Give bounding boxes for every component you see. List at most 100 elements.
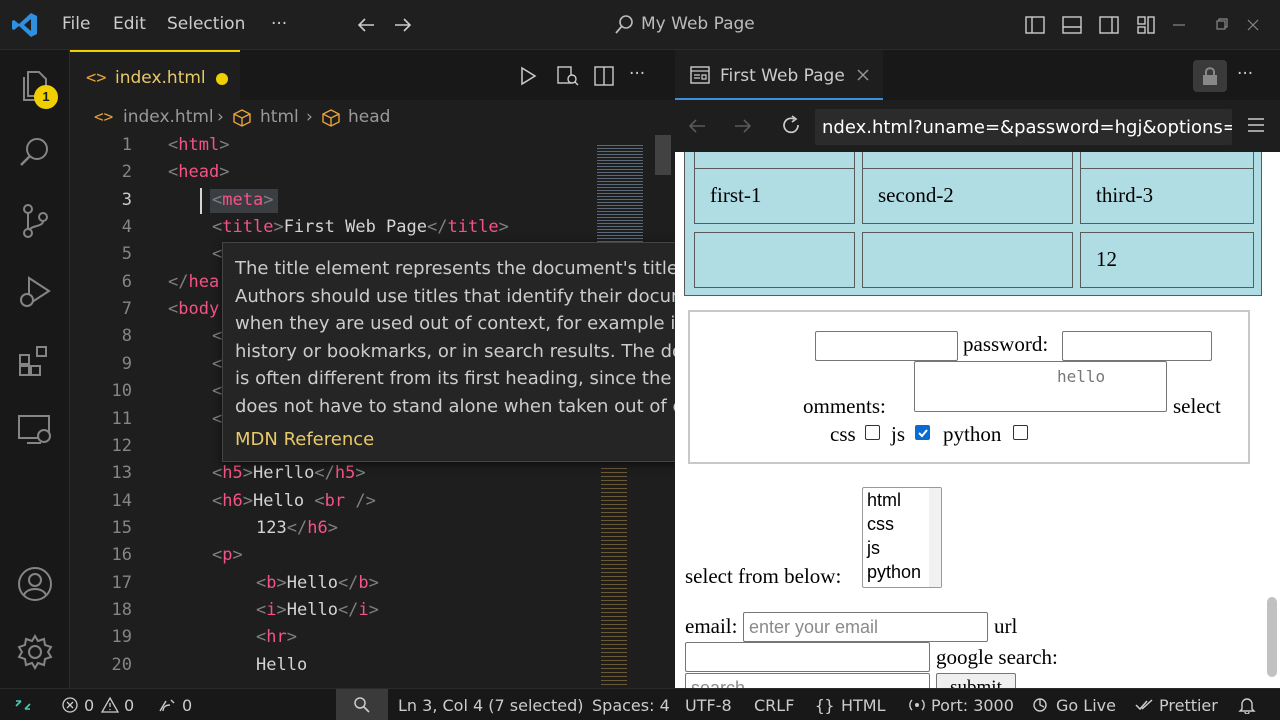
language-mode[interactable]: HTML (841, 696, 886, 715)
source-control-icon[interactable] (18, 203, 52, 239)
password-input[interactable] (1062, 331, 1212, 361)
error-icon[interactable] (62, 697, 78, 713)
hamburger-menu-icon[interactable] (1246, 116, 1266, 134)
command-center[interactable]: My Web Page (641, 14, 755, 34)
code-line[interactable]: < (212, 354, 222, 374)
listbox-option[interactable]: html (867, 490, 901, 511)
more-actions-icon[interactable]: ··· (1237, 64, 1253, 84)
ports-count[interactable]: 0 (182, 696, 192, 715)
back-arrow-icon[interactable] (356, 15, 376, 35)
accounts-icon[interactable] (17, 566, 53, 602)
comments-textarea[interactable]: hello (914, 361, 1167, 412)
toggle-panel-icon[interactable] (1062, 15, 1082, 35)
unsaved-dot-icon[interactable] (216, 73, 228, 85)
rendered-page[interactable]: first-1 second-2 third-3 12 password: om… (675, 152, 1280, 688)
close-tab-icon[interactable] (856, 68, 870, 82)
code-line[interactable]: <head> (168, 162, 229, 182)
code-line[interactable]: < (212, 381, 222, 401)
settings-gear-icon[interactable] (17, 634, 53, 670)
error-count[interactable]: 0 (84, 696, 94, 715)
indentation[interactable]: Spaces: 4 (592, 696, 670, 715)
listbox-scrollbar[interactable] (929, 488, 941, 587)
minimap-lines (597, 143, 643, 243)
code-line[interactable]: <p> (212, 545, 243, 565)
go-live-button[interactable]: Go Live (1056, 696, 1116, 715)
code-line[interactable]: <hr> (256, 627, 297, 647)
code-line[interactable]: <b>Hello</b> (256, 573, 379, 593)
warning-icon[interactable] (101, 697, 119, 713)
code-line[interactable]: <html> (168, 135, 229, 155)
breadcrumb-head[interactable]: head (348, 107, 390, 127)
close-window-icon[interactable] (1244, 16, 1262, 34)
languages-listbox[interactable]: html css js python (862, 487, 942, 588)
remote-indicator-icon[interactable] (14, 697, 32, 713)
encoding[interactable]: UTF-8 (685, 696, 732, 715)
scrollbar-thumb[interactable] (655, 135, 671, 175)
reload-icon[interactable] (780, 114, 802, 136)
run-debug-icon[interactable] (17, 274, 53, 310)
code-line[interactable]: Hello (256, 655, 307, 675)
css-checkbox[interactable] (865, 425, 880, 440)
end-of-line[interactable]: CRLF (754, 696, 794, 715)
username-input[interactable] (815, 331, 958, 361)
code-line[interactable]: </hea (168, 272, 219, 292)
code-line[interactable]: <body (168, 299, 219, 319)
menu-more[interactable]: ··· (271, 14, 287, 34)
lock-button[interactable] (1193, 60, 1227, 92)
extensions-icon[interactable] (17, 343, 53, 379)
warning-count[interactable]: 0 (124, 696, 134, 715)
browser-back-icon[interactable] (687, 116, 707, 136)
search-input[interactable]: search (685, 673, 930, 688)
submit-button[interactable]: submit (936, 673, 1016, 688)
notifications-bell-icon[interactable] (1238, 696, 1256, 714)
search-icon[interactable] (614, 14, 634, 36)
listbox-option[interactable]: python (867, 562, 921, 583)
minimize-icon[interactable] (1170, 16, 1188, 34)
ports-icon[interactable] (158, 697, 176, 713)
search-icon[interactable] (18, 135, 52, 169)
live-server-port[interactable]: Port: 3000 (931, 696, 1014, 715)
code-line[interactable]: < (212, 244, 222, 264)
code-line[interactable]: < (212, 326, 222, 346)
code-line[interactable]: < (212, 409, 222, 429)
prettier-status[interactable]: Prettier (1159, 696, 1218, 715)
tab-index-html[interactable]: <> index.html (70, 50, 240, 100)
mdn-reference-link[interactable]: MDN Reference (235, 429, 374, 450)
toggle-secondary-sidebar-icon[interactable] (1099, 15, 1119, 35)
zoom-icon (354, 697, 370, 713)
more-actions-icon[interactable]: ··· (629, 64, 645, 84)
url-bar[interactable]: ndex.html?uname=&password=hgj&options=js (815, 109, 1232, 145)
code-line[interactable]: <title>First Web Page</title> (212, 217, 509, 237)
menu-selection[interactable]: Selection (167, 14, 245, 34)
browser-forward-icon[interactable] (733, 116, 753, 136)
js-checkbox[interactable] (915, 425, 930, 440)
url-input[interactable] (685, 642, 930, 672)
breadcrumb-file[interactable]: index.html (123, 107, 214, 127)
forward-arrow-icon[interactable] (393, 15, 413, 35)
open-preview-icon[interactable] (557, 66, 579, 86)
remote-explorer-icon[interactable] (17, 413, 53, 447)
split-editor-icon[interactable] (594, 66, 614, 86)
customize-layout-icon[interactable] (1136, 15, 1156, 35)
run-icon[interactable] (519, 66, 537, 86)
zoom-button[interactable] (336, 689, 388, 720)
toggle-primary-sidebar-icon[interactable] (1025, 15, 1045, 35)
code-line[interactable]: <h5>Herllo</h5> (212, 463, 366, 483)
python-checkbox[interactable] (1013, 425, 1028, 440)
code-line[interactable]: <meta> (212, 190, 273, 210)
scrollbar-thumb[interactable] (1267, 597, 1277, 677)
menu-file[interactable]: File (62, 14, 90, 34)
listbox-option[interactable]: css (867, 514, 894, 535)
vscode-logo-icon[interactable] (12, 12, 38, 38)
email-input[interactable]: enter your email (743, 612, 988, 642)
menu-edit[interactable]: Edit (113, 14, 146, 34)
listbox-option[interactable]: js (867, 538, 880, 559)
restore-icon[interactable] (1212, 16, 1230, 34)
code-line[interactable]: 123</h6> (256, 518, 338, 538)
code-line[interactable]: <h6>Hello <br /> (212, 491, 376, 511)
breadcrumb-html[interactable]: html (260, 107, 299, 127)
tab-first-web-page[interactable]: First Web Page (675, 50, 883, 100)
page-scrollbar[interactable] (1264, 152, 1280, 688)
cursor-position[interactable]: Ln 3, Col 4 (7 selected) (398, 696, 584, 715)
code-line[interactable]: <i>Hello</i> (256, 600, 379, 620)
